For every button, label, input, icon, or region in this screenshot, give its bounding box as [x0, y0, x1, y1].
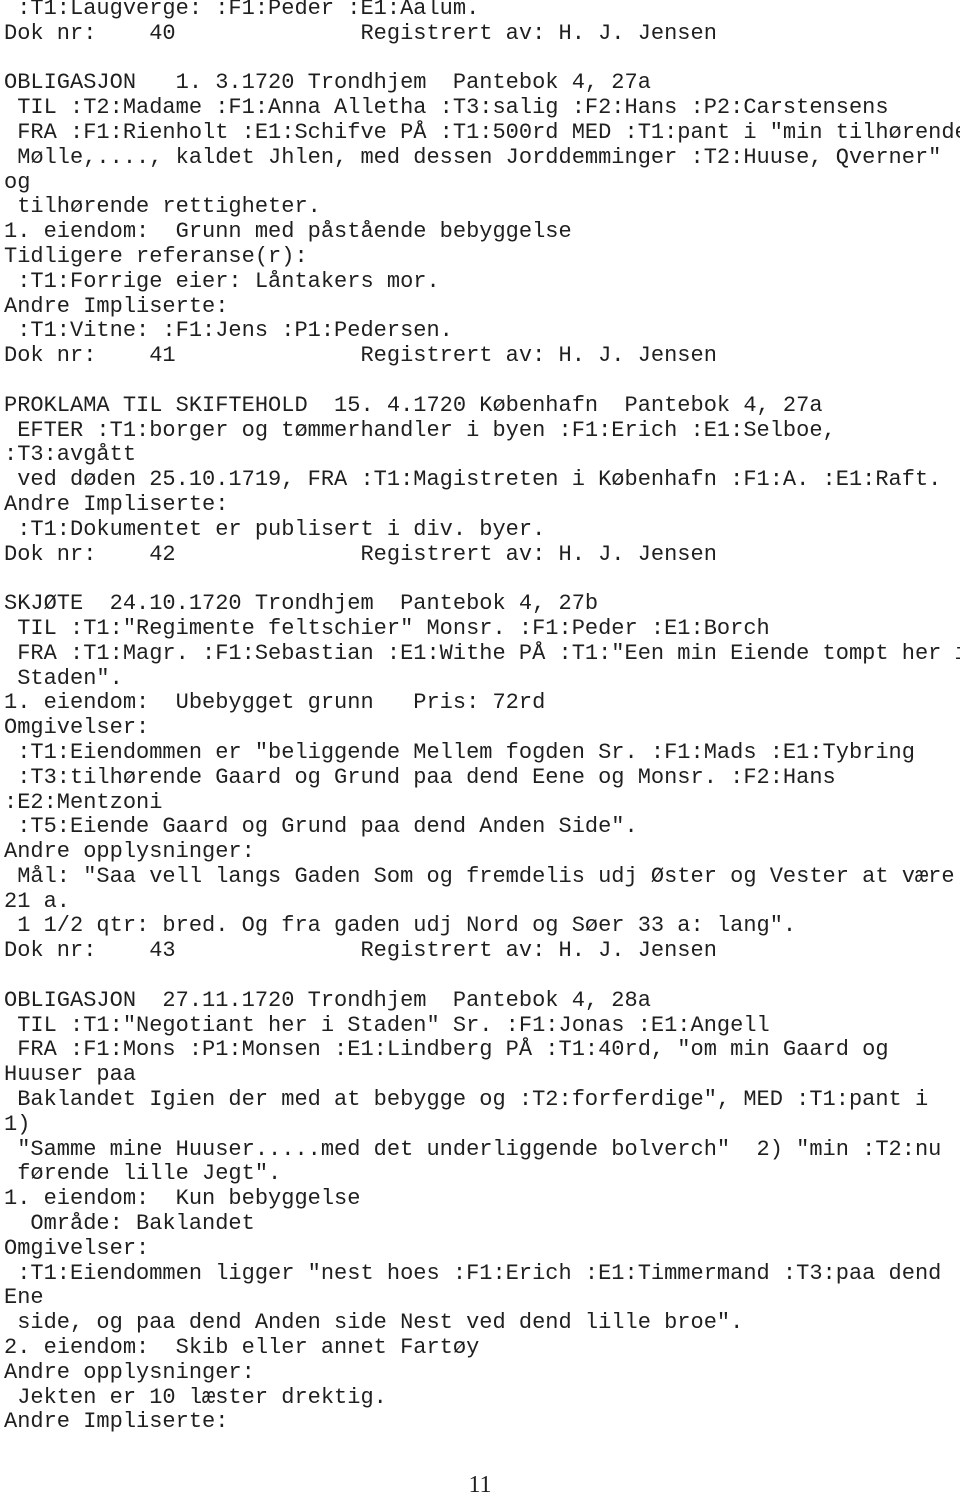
blank-line	[4, 47, 960, 72]
property-line: 1. eiendom: Grunn med påstående bebyggel…	[4, 219, 572, 245]
field-value-line: side, og paa dend Anden side Nest ved de…	[4, 1310, 744, 1336]
body-line: TIL :T2:Madame :F1:Anna Alletha :T3:sali…	[4, 95, 889, 121]
entry-header-line: SKJØTE 24.10.1720 Trondhjem Pantebok 4, …	[4, 591, 599, 617]
field-value-line: :T1:Eiendommen er "beliggende Mellem fog…	[4, 739, 915, 765]
field-value-line: 21 a.	[4, 888, 71, 914]
blank-line	[4, 369, 960, 394]
label-line: Andre Impliserte:	[4, 1409, 229, 1435]
body-line: og	[4, 169, 31, 195]
blank-line	[4, 567, 960, 592]
label-line: Tidligere referanse(r):	[4, 243, 308, 269]
label-line: Andre Impliserte:	[4, 293, 229, 319]
label-line: Omgivelser:	[4, 1235, 150, 1261]
label-line: Andre opplysninger:	[4, 839, 255, 865]
field-value-line: :T1:Forrige eier: Låntakers mor.	[4, 268, 440, 294]
blank-line	[4, 964, 960, 989]
field-value-line: :T1:Dokumentet er publisert i div. byer.	[4, 516, 546, 542]
field-value-line: Jekten er 10 læster drektig.	[4, 1384, 387, 1410]
doc-footer-line: Dok nr: 40 Registrert av: H. J. Jensen	[4, 20, 717, 46]
property-line: 2. eiendom: Skib eller annet Fartøy	[4, 1335, 480, 1361]
field-value-line: :E2:Mentzoni	[4, 789, 163, 815]
body-line: tilhørende rettigheter.	[4, 194, 321, 220]
entry-header-line: PROKLAMA TIL SKIFTEHOLD 15. 4.1720 Køben…	[4, 392, 823, 418]
property-line: 1. eiendom: Kun bebyggelse	[4, 1186, 361, 1212]
field-value-line: :T1:Laugverge: :F1:Peder :E1:Aalum.	[4, 0, 480, 21]
doc-footer-line: Dok nr: 42 Registrert av: H. J. Jensen	[4, 541, 717, 567]
body-line: FRA :F1:Mons :P1:Monsen :E1:Lindberg PÅ …	[4, 1037, 889, 1063]
body-line: "Samme mine Huuser.....med det underligg…	[4, 1136, 942, 1162]
field-value-line: Område: Baklandet	[4, 1211, 255, 1237]
body-line: EFTER :T1:borger og tømmerhandler i byen…	[4, 417, 836, 443]
body-line: TIL :T1:"Regimente feltschier" Monsr. :F…	[4, 615, 770, 641]
body-line: Huuser paa	[4, 1062, 137, 1088]
field-value-line: :T5:Eiende Gaard og Grund paa dend Anden…	[4, 814, 638, 840]
body-line: TIL :T1:"Negotiant her i Staden" Sr. :F1…	[4, 1012, 770, 1038]
label-line: Omgivelser:	[4, 715, 150, 741]
body-line: 1)	[4, 1111, 31, 1137]
field-value-line: 1 1/2 qtr: bred. Og fra gaden udj Nord o…	[4, 913, 797, 939]
field-value-line: :T1:Vitne: :F1:Jens :P1:Pedersen.	[4, 318, 453, 344]
body-line: ved døden 25.10.1719, FRA :T1:Magistrete…	[4, 467, 942, 493]
body-line: FRA :T1:Magr. :F1:Sebastian :E1:Withe PÅ…	[4, 640, 960, 666]
body-line: Baklandet Igien der med at bebygge og :T…	[4, 1087, 929, 1113]
field-value-line: Ene	[4, 1285, 44, 1311]
property-line: 1. eiendom: Ubebygget grunn Pris: 72rd	[4, 690, 546, 716]
doc-footer-line: Dok nr: 43 Registrert av: H. J. Jensen	[4, 938, 717, 964]
entry-header-line: OBLIGASJON 1. 3.1720 Trondhjem Pantebok …	[4, 70, 651, 96]
entry-header-line: OBLIGASJON 27.11.1720 Trondhjem Pantebok…	[4, 987, 651, 1013]
document-text-lines: :T1:Laugverge: :F1:Peder :E1:Aalum. Dok n…	[4, 0, 960, 1435]
body-line: førende lille Jegt".	[4, 1161, 282, 1187]
field-value-line: :T3:tilhørende Gaard og Grund paa dend E…	[4, 764, 836, 790]
document-page: :T1:Laugverge: :F1:Peder :E1:Aalum. Dok n…	[0, 0, 960, 1498]
body-line: Staden".	[4, 665, 123, 691]
label-line: Andre opplysninger:	[4, 1359, 255, 1385]
body-line: :T3:avgått	[4, 442, 137, 468]
body-line: Mølle,...., kaldet Jhlen, med dessen Jor…	[4, 144, 942, 170]
field-value-line: :T1:Eiendommen ligger "nest hoes :F1:Eri…	[4, 1260, 942, 1286]
field-value-line: Mål: "Saa vell langs Gaden Som og fremde…	[4, 863, 955, 889]
label-line: Andre Impliserte:	[4, 491, 229, 517]
body-line: FRA :F1:Rienholt :E1:Schifve PÅ :T1:500r…	[4, 119, 960, 145]
doc-footer-line: Dok nr: 41 Registrert av: H. J. Jensen	[4, 343, 717, 369]
